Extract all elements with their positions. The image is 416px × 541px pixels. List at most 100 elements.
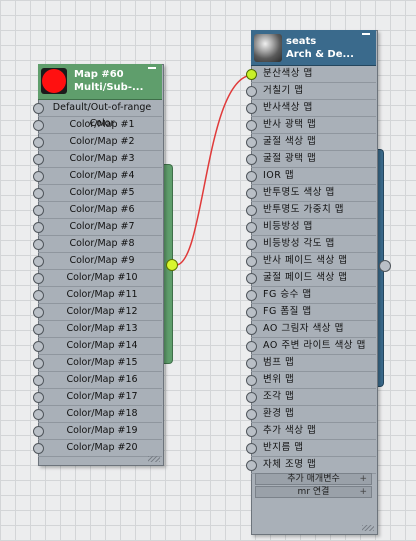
slot-row[interactable]: Color/Map #13 (33, 321, 162, 338)
input-socket[interactable] (246, 256, 257, 267)
slot-row[interactable]: IOR 맵 (246, 168, 376, 185)
map-preview-swatch (41, 68, 67, 94)
slot-row[interactable]: Color/Map #8 (33, 236, 162, 253)
input-socket[interactable] (246, 358, 257, 369)
input-socket[interactable] (246, 103, 257, 114)
input-socket[interactable] (246, 86, 257, 97)
slot-row[interactable]: Color/Map #7 (33, 219, 162, 236)
slot-label: 반사 광택 맵 (263, 119, 317, 130)
slot-row[interactable]: FG 승수 맵 (246, 287, 376, 304)
collapse-button[interactable] (362, 33, 370, 35)
collapse-button[interactable] (148, 67, 156, 69)
output-socket[interactable] (166, 259, 178, 271)
slot-row[interactable]: 굴절 페이드 색상 맵 (246, 270, 376, 287)
plus-icon: + (359, 487, 367, 497)
slot-row[interactable]: Color/Map #14 (33, 338, 162, 355)
slot-label: 변위 맵 (263, 374, 295, 385)
slot-row[interactable]: Color/Map #10 (33, 270, 162, 287)
slot-row[interactable]: 범프 맵 (246, 355, 376, 372)
input-socket[interactable] (246, 392, 257, 403)
slot-row[interactable]: Color/Map #19 (33, 423, 162, 440)
material-node[interactable]: seats Arch & De... 분산색상 맵 거칠기 맵반사색상 맵반사 광… (246, 30, 391, 535)
input-socket[interactable] (246, 375, 257, 386)
slot-row[interactable]: Color/Map #5 (33, 185, 162, 202)
slot-label: 조각 맵 (263, 391, 295, 402)
input-socket[interactable] (246, 171, 257, 182)
slot-row[interactable]: 반사 광택 맵 (246, 117, 376, 134)
node-subtitle: Arch & De... (286, 49, 354, 60)
slot-label: Color/Map #17 (66, 391, 138, 402)
slot-row[interactable]: Color/Map #6 (33, 202, 162, 219)
slot-label: 굴절 페이드 색상 맵 (263, 272, 348, 283)
input-socket[interactable] (246, 460, 257, 471)
slot-row[interactable]: 비등방성 맵 (246, 219, 376, 236)
slot-row[interactable]: 반사색상 맵 (246, 100, 376, 117)
input-socket[interactable] (246, 290, 257, 301)
slot-row[interactable]: Color/Map #18 (33, 406, 162, 423)
slot-label: Color/Map #20 (66, 442, 138, 453)
slot-row[interactable]: 환경 맵 (246, 406, 376, 423)
slot-row[interactable]: 반지름 맵 (246, 440, 376, 457)
slot-row[interactable]: AO 그림자 색상 맵 (246, 321, 376, 338)
input-socket[interactable] (246, 69, 257, 80)
slot-row[interactable]: Color/Map #17 (33, 389, 162, 406)
resize-grip[interactable] (362, 525, 374, 531)
slot-label: Color/Map #9 (69, 255, 135, 266)
node-header[interactable]: seats Arch & De... (251, 30, 376, 66)
resize-grip[interactable] (148, 456, 160, 462)
slot-row[interactable]: 조각 맵 (246, 389, 376, 406)
slot-label: 환경 맵 (263, 408, 295, 419)
input-socket[interactable] (246, 409, 257, 420)
input-socket[interactable] (246, 273, 257, 284)
slot-row[interactable]: 자체 조명 맵 (246, 457, 376, 474)
slot-row[interactable]: 분산색상 맵 (246, 66, 376, 83)
slot-row[interactable]: Color/Map #12 (33, 304, 162, 321)
node-header[interactable]: Map #60 Multi/Sub-... (38, 64, 162, 100)
slot-row[interactable]: Color/Map #9 (33, 253, 162, 270)
input-socket[interactable] (246, 137, 257, 148)
slot-row[interactable]: 비등방성 각도 맵 (246, 236, 376, 253)
slot-row[interactable]: Color/Map #15 (33, 355, 162, 372)
slot-row[interactable]: AO 주변 라이트 색상 맵 (246, 338, 376, 355)
input-socket[interactable] (246, 188, 257, 199)
input-socket[interactable] (246, 426, 257, 437)
slot-label: Color/Map #15 (66, 357, 138, 368)
input-socket[interactable] (246, 205, 257, 216)
slot-label: 반사색상 맵 (263, 102, 313, 113)
input-socket[interactable] (246, 222, 257, 233)
input-socket[interactable] (246, 120, 257, 131)
slot-row[interactable]: 변위 맵 (246, 372, 376, 389)
node-title: seats (286, 36, 317, 47)
slot-row[interactable]: Color/Map #4 (33, 168, 162, 185)
slot-row[interactable]: 굴절 색상 맵 (246, 134, 376, 151)
multisub-map-node[interactable]: Map #60 Multi/Sub-... Default/Out-of-ran… (33, 64, 178, 466)
input-socket[interactable] (246, 154, 257, 165)
input-socket[interactable] (246, 341, 257, 352)
slot-row[interactable]: 반투명도 가중치 맵 (246, 202, 376, 219)
slot-label: 반투명도 가중치 맵 (263, 204, 344, 215)
slot-row[interactable]: Color/Map #1 (33, 117, 162, 134)
slot-label: 반지름 맵 (263, 442, 304, 453)
slot-row[interactable]: Color/Map #11 (33, 287, 162, 304)
slot-row[interactable]: FG 폼질 맵 (246, 304, 376, 321)
slot-row[interactable]: 거칠기 맵 (246, 83, 376, 100)
input-socket[interactable] (246, 443, 257, 454)
rollout-extra-params[interactable]: 추가 매개변수 + (255, 473, 372, 485)
slot-row[interactable]: Default/Out-of-range Color (33, 100, 162, 129)
slot-row[interactable]: Color/Map #20 (33, 440, 162, 457)
slot-row[interactable]: 반투명도 색상 맵 (246, 185, 376, 202)
input-socket[interactable] (246, 307, 257, 318)
input-socket[interactable] (246, 324, 257, 335)
node-title: Map #60 (74, 69, 124, 80)
material-preview-swatch (254, 34, 282, 62)
slot-row[interactable]: 반사 페이드 색상 맵 (246, 253, 376, 270)
slot-row[interactable]: 굴절 광택 맵 (246, 151, 376, 168)
slot-row[interactable]: Color/Map #3 (33, 151, 162, 168)
rollout-mr-connection[interactable]: mr 연결 + (255, 486, 372, 498)
input-socket[interactable] (246, 239, 257, 250)
slot-label: Color/Map #3 (69, 153, 135, 164)
slot-row[interactable]: Color/Map #2 (33, 134, 162, 151)
slot-row[interactable]: 추가 색상 맵 (246, 423, 376, 440)
output-socket[interactable] (379, 260, 391, 272)
slot-row[interactable]: Color/Map #16 (33, 372, 162, 389)
